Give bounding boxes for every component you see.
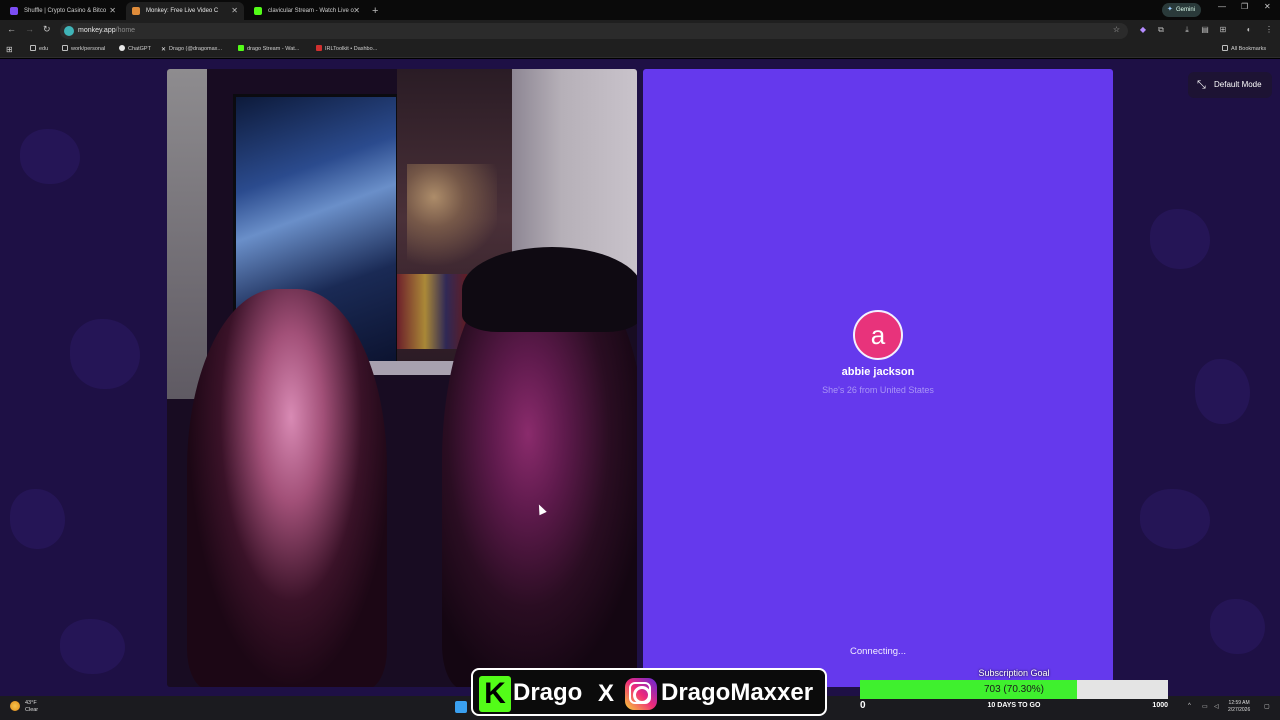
stream-branding-overlay: K Drago X DragoMaxxer [471, 668, 827, 716]
reload-icon[interactable]: ↻ [43, 24, 51, 35]
irltoolkit-icon [316, 45, 322, 51]
bookmark-work-personal[interactable]: work/personal [62, 42, 105, 57]
clock-time: 12:59 AM [1228, 700, 1250, 706]
site-info-icon[interactable] [64, 26, 74, 36]
bookmark-irltoolkit[interactable]: IRLToolkit • Dashbo... [316, 42, 377, 57]
video-background-figures [397, 274, 467, 349]
background-blob [60, 619, 125, 674]
goal-title: Subscription Goal [978, 668, 1050, 678]
background-blob [1140, 489, 1210, 549]
restore-icon[interactable]: ❐ [1241, 2, 1248, 11]
default-mode-button[interactable]: ⤡ Default Mode [1188, 72, 1272, 98]
monkey-favicon-icon [132, 7, 140, 15]
background-blob [1150, 209, 1210, 269]
tab-monkey[interactable]: Monkey: Free Live Video C ✕ [126, 2, 244, 20]
chatgpt-icon [119, 45, 125, 51]
notifications-icon[interactable]: ▢ [1264, 703, 1270, 710]
forward-icon[interactable]: → [25, 24, 34, 34]
close-tab-icon[interactable]: ✕ [109, 2, 116, 20]
split-view-icon[interactable]: ⊞ [1218, 25, 1228, 35]
volume-icon[interactable]: ◁ [1214, 703, 1219, 710]
match-name: abbie jackson [841, 366, 915, 378]
background-blob [1195, 359, 1250, 424]
weather-temp: 43°F [25, 700, 37, 706]
back-icon[interactable]: ← [7, 24, 16, 34]
tray-chevron-icon[interactable]: ^ [1188, 703, 1191, 709]
background-blob [10, 489, 65, 549]
minimize-icon[interactable]: — [1218, 2, 1226, 11]
match-info: She's 26 from United States [822, 385, 934, 395]
tab-title: Monkey: Free Live Video C [146, 8, 219, 14]
weather-condition: Clear [25, 707, 39, 713]
tab-kick[interactable]: clavicular Stream - Watch Live o ✕ [248, 2, 366, 20]
default-mode-label: Default Mode [1214, 80, 1262, 89]
extensions-puzzle-icon[interactable]: ⧉ [1156, 25, 1166, 35]
bookmark-chatgpt[interactable]: ChatGPT [119, 42, 151, 57]
background-blob [1210, 599, 1265, 654]
connection-status: Connecting... [850, 646, 906, 657]
url-input[interactable]: monkey.app/home ☆ [60, 23, 1128, 39]
bookmark-star-icon[interactable]: ☆ [1113, 25, 1120, 34]
tab-title: clavicular Stream - Watch Live o [268, 8, 354, 14]
close-window-icon[interactable]: ✕ [1264, 2, 1271, 11]
new-tab-button[interactable]: + [372, 2, 378, 20]
folder-icon [1222, 45, 1228, 51]
side-panel-icon[interactable]: ▤ [1200, 25, 1210, 35]
video-background-lights [407, 164, 497, 274]
download-icon[interactable]: ⤓ [1182, 25, 1192, 35]
weather-widget[interactable]: 43°F Clear [10, 700, 38, 714]
video-background-door [167, 69, 207, 399]
goal-progress-text: 703 (70.30%) [983, 684, 1045, 695]
video-person-left [187, 289, 387, 687]
apps-grid-icon[interactable]: ⊞ [6, 42, 13, 57]
folder-icon [30, 45, 36, 51]
weather-icon [10, 701, 20, 711]
kick-favicon-icon [254, 7, 262, 15]
taskbar-clock[interactable]: 12:59 AM 2/27/2026 [1228, 700, 1250, 714]
x-logo-icon: X [597, 680, 614, 707]
monkey-page: a abbie jackson She's 26 from United Sta… [0, 59, 1280, 696]
match-avatar: a [853, 310, 903, 360]
background-blob [20, 129, 80, 184]
bookmark-drago-x[interactable]: ✕ Drago (@dragomax... [161, 42, 222, 57]
folder-icon [62, 45, 68, 51]
goal-max: 1000 [1152, 702, 1168, 709]
x-logo-icon: ✕ [161, 47, 167, 53]
goal-progress-bar: 703 (70.30%) [860, 680, 1168, 699]
background-blob [70, 319, 140, 389]
self-video-feed [167, 69, 637, 687]
profile-icon[interactable]: ◐ [1244, 25, 1254, 35]
shuffle-favicon-icon [10, 7, 18, 15]
tab-title: Shuffle | Crypto Casino & Bitco [24, 8, 107, 14]
clock-date: 2/27/2026 [1228, 707, 1251, 713]
extension-icon[interactable]: ◆ [1138, 25, 1148, 35]
start-icon[interactable] [455, 701, 467, 713]
gemini-button[interactable]: Gemini [1162, 3, 1202, 17]
bookmark-edu[interactable]: edu [30, 42, 48, 57]
address-bar-row: ← → ↻ monkey.app/home ☆ ◆ ⧉ ⤓ ▤ ⊞ ◐ ⋮ [0, 20, 1280, 42]
instagram-logo-icon [625, 678, 657, 710]
goal-days-left: 10 DAYS TO GO [987, 702, 1041, 709]
video-person-cap [462, 247, 637, 332]
bookmarks-bar: ⊞ edu work/personal ChatGPT ✕ Drago (@dra… [0, 42, 1280, 58]
tab-shuffle[interactable]: Shuffle | Crypto Casino & Bitco ✕ [4, 2, 122, 20]
kick-icon [238, 45, 244, 51]
close-tab-icon[interactable]: ✕ [353, 2, 360, 20]
collapse-icon: ⤡ [1197, 79, 1206, 91]
close-tab-icon[interactable]: ✕ [231, 2, 238, 20]
menu-icon[interactable]: ⋮ [1264, 25, 1274, 35]
url-text: monkey.app/home [78, 27, 136, 34]
kick-logo-icon: K [479, 676, 511, 712]
tab-strip: Shuffle | Crypto Casino & Bitco ✕ Monkey… [0, 0, 1280, 20]
network-icon[interactable]: ▭ [1202, 703, 1208, 710]
kick-username: Drago [513, 679, 583, 706]
bookmark-drago-stream[interactable]: drago Stream - Wat... [238, 42, 299, 57]
all-bookmarks[interactable]: All Bookmarks [1222, 42, 1266, 57]
instagram-username: DragoMaxxer [661, 679, 814, 706]
match-panel: a abbie jackson She's 26 from United Sta… [643, 69, 1113, 687]
